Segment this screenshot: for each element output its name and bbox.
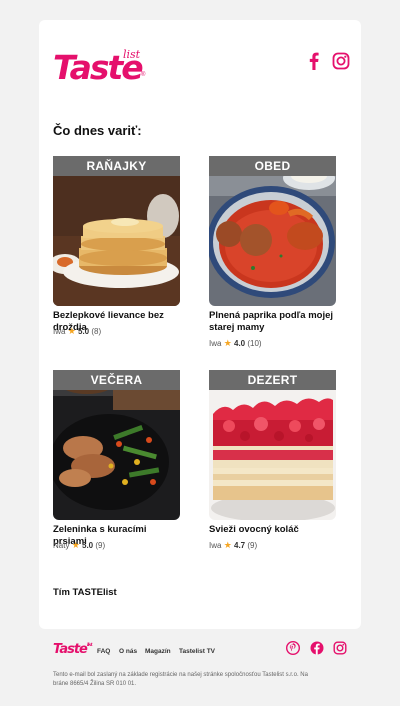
rating-count: (8): [91, 327, 102, 336]
pinterest-icon[interactable]: [286, 641, 300, 655]
footer-logo-wordmark: Taste: [53, 642, 88, 657]
recipe-category-tag: VEČERA: [53, 370, 180, 390]
recipe-category-tag: OBED: [209, 156, 336, 176]
recipe-author: Iwa: [209, 339, 222, 348]
recipe-author: Iwa: [209, 541, 222, 550]
footer-logo-suffix: list: [86, 642, 93, 648]
rating-count: (9): [95, 541, 106, 550]
recipe-author: Naty: [53, 541, 70, 550]
registered-mark: ®: [141, 72, 146, 78]
star-icon: ★: [223, 540, 232, 550]
footer-link-faq[interactable]: FAQ: [97, 648, 110, 655]
rating-count: (9): [247, 541, 258, 550]
recipe-photo-chicken-vegetables[interactable]: [53, 370, 180, 520]
recipe-title[interactable]: Svieži ovocný koláč: [209, 524, 336, 536]
tastelist-logo[interactable]: Taste list ®: [53, 48, 149, 86]
section-heading: Čo dnes variť:: [53, 123, 142, 138]
rating-score: 5.0: [82, 541, 94, 550]
rating-count: (10): [247, 339, 262, 348]
recipe-category-tag: DEZERT: [209, 370, 336, 390]
footer-logo[interactable]: Tastelist: [53, 642, 93, 657]
recipe-photo-fruit-cake[interactable]: [209, 370, 336, 520]
instagram-icon[interactable]: [333, 641, 347, 655]
footer-link-tastelist-tv[interactable]: Tastelist TV: [179, 648, 215, 655]
rating-score: 4.7: [234, 541, 246, 550]
recipe-category-tag: RAŇAJKY: [53, 156, 180, 176]
signoff-text: Tím TASTElist: [53, 587, 117, 598]
recipe-photo-pancakes[interactable]: [53, 156, 180, 306]
legal-notice: Tento e-mail bol zaslaný na základe regi…: [53, 672, 308, 687]
instagram-icon[interactable]: [332, 52, 350, 70]
rating-score: 5.0: [78, 327, 90, 336]
rating-score: 4.0: [234, 339, 246, 348]
star-icon: ★: [71, 540, 80, 550]
recipe-title[interactable]: Plnená paprika podľa mojej starej mamy: [209, 310, 336, 334]
recipe-rating: Naty ★ 5.0 (9): [53, 540, 105, 551]
recipe-rating: Iwa ★ 4.7 (9): [209, 540, 257, 551]
recipe-rating: Iwa ★ 4.0 (10): [209, 338, 262, 349]
star-icon: ★: [223, 338, 232, 348]
footer-link-about[interactable]: O nás: [119, 648, 137, 655]
recipe-photo-stuffed-peppers[interactable]: [209, 156, 336, 306]
footer-link-magazine[interactable]: Magazín: [145, 648, 171, 655]
email-card: Taste list ® Čo dnes variť: RAŇAJKY Bezl…: [39, 20, 361, 629]
facebook-icon[interactable]: [310, 641, 324, 655]
star-icon: ★: [67, 326, 76, 336]
logo-suffix: list: [123, 48, 141, 61]
recipe-author: Iwa: [53, 327, 66, 336]
recipe-rating: Iwa ★ 5.0 (8): [53, 326, 101, 337]
facebook-icon[interactable]: [307, 52, 321, 70]
